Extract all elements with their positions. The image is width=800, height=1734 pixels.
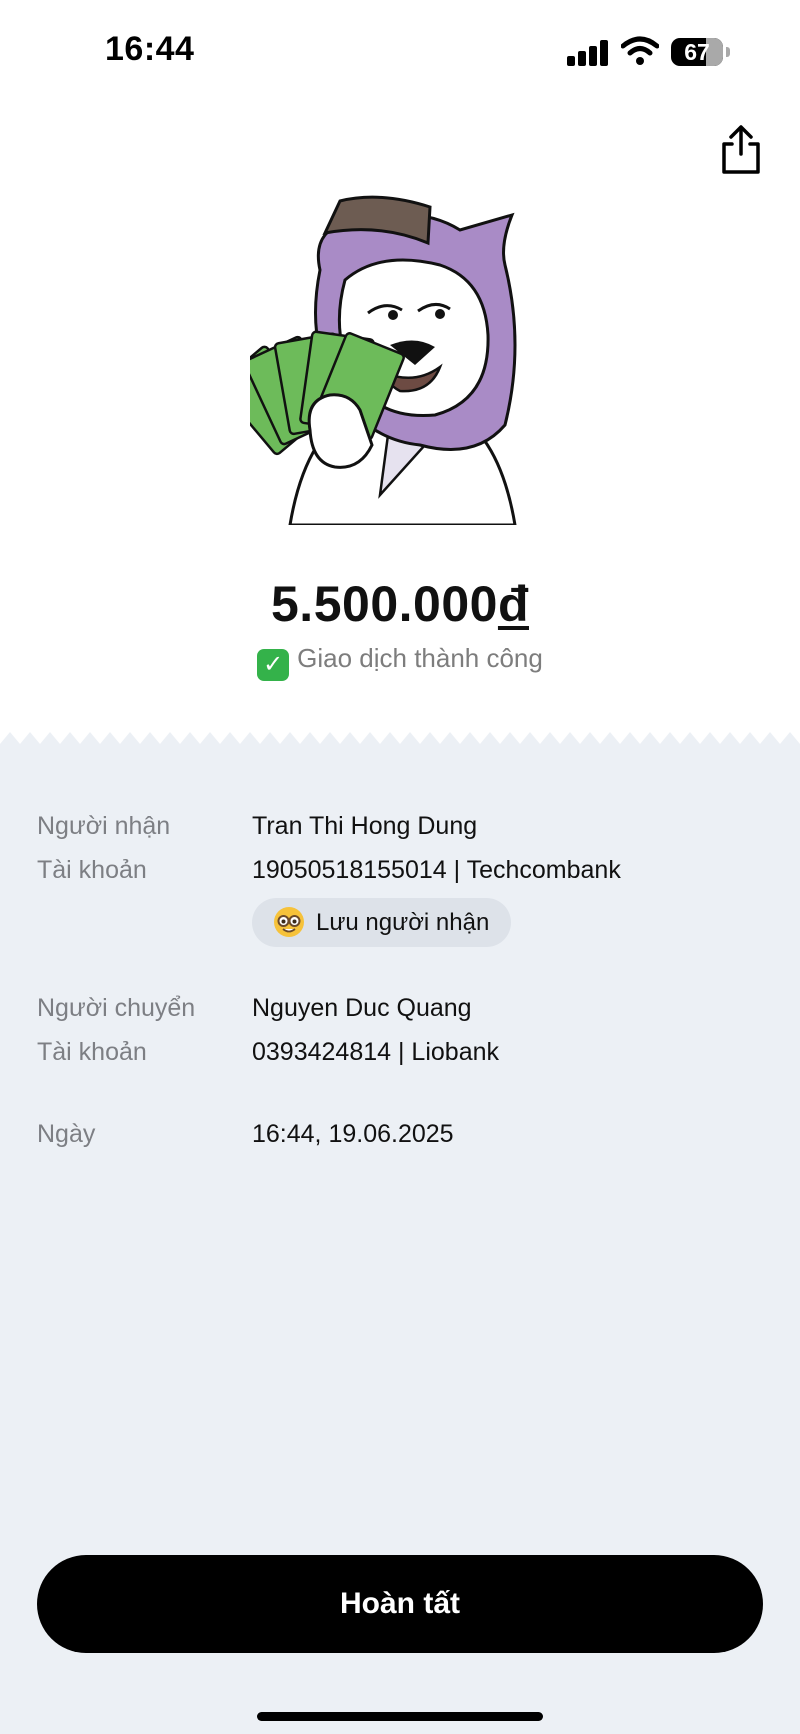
currency-symbol: đ xyxy=(497,576,529,632)
date-label: Ngày xyxy=(37,1120,96,1148)
done-button[interactable]: Hoàn tất xyxy=(37,1555,763,1653)
battery-level: 67 xyxy=(684,39,710,65)
recipient-account: 19050518155014 | Techcombank xyxy=(252,856,621,884)
lion-mascot-illustration xyxy=(250,195,517,525)
save-recipient-label: Lưu người nhận xyxy=(316,909,490,936)
home-indicator xyxy=(257,1712,543,1721)
status-text: Giao dịch thành công xyxy=(297,643,543,673)
recipient-label: Người nhận xyxy=(37,812,171,840)
wifi-icon xyxy=(621,36,659,65)
sender-account-label: Tài khoản xyxy=(37,1038,147,1066)
battery-icon: 67 xyxy=(671,38,723,66)
sender-name: Nguyen Duc Quang xyxy=(252,994,472,1022)
signal-icon xyxy=(567,40,609,66)
sender-label: Người chuyển xyxy=(37,994,196,1022)
transfer-success-screen: 16:44 67 5.500.000đ ✓ Giao dịch thành cô… xyxy=(0,0,800,1734)
amount-value: 5.500.000 xyxy=(271,576,498,632)
share-icon[interactable] xyxy=(716,124,766,176)
status-time: 16:44 xyxy=(105,30,195,68)
transaction-date: 16:44, 19.06.2025 xyxy=(252,1120,454,1148)
battery-tip xyxy=(726,47,730,57)
save-recipient-button[interactable]: Lưu người nhận xyxy=(252,898,511,947)
recipient-account-label: Tài khoản xyxy=(37,856,147,884)
sender-account: 0393424814 | Liobank xyxy=(252,1038,499,1066)
check-icon: ✓ xyxy=(257,649,290,681)
nerd-face-icon xyxy=(274,907,304,937)
transaction-amount: 5.500.000đ xyxy=(0,575,800,633)
recipient-name: Tran Thi Hong Dung xyxy=(252,812,478,840)
transaction-status: ✓ Giao dịch thành công xyxy=(0,643,800,681)
